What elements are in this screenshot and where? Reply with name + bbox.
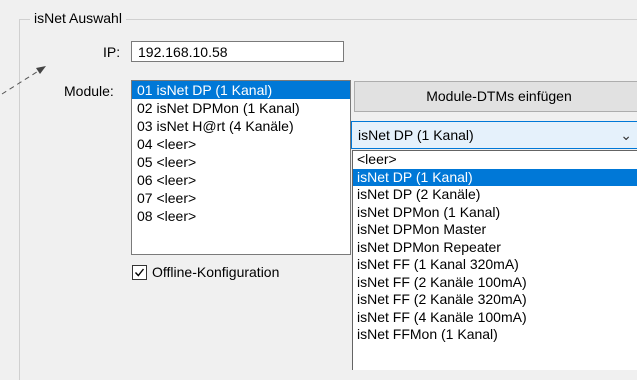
module-list-item[interactable]: 05 <leer> [132,153,350,171]
dropdown-option[interactable]: isNet DPMon (1 Kanal) [353,204,637,222]
dropdown-option[interactable]: isNet DP (2 Kanäle) [353,186,637,204]
combo-value: isNet DP (1 Kanal) [358,127,474,143]
arrow-icon [1,66,46,95]
dropdown-option[interactable]: isNet FF (1 Kanal 320mA) [353,256,637,274]
ip-label: IP: [103,44,121,60]
insert-module-dtms-button[interactable]: Module-DTMs einfügen [354,81,637,112]
module-listbox[interactable]: 01 isNet DP (1 Kanal) 02 isNet DPMon (1 … [131,80,351,255]
dropdown-option[interactable]: isNet FF (2 Kanäle 100mA) [353,274,637,292]
module-list-item[interactable]: 08 <leer> [132,207,350,225]
module-list-item[interactable]: 01 isNet DP (1 Kanal) [132,81,350,99]
module-label: Module: [64,83,114,99]
offline-config-checkbox[interactable] [132,264,147,280]
dropdown-option[interactable]: isNet DP (1 Kanal) [353,168,637,186]
module-type-combobox[interactable]: isNet DP (1 Kanal) ⌄ [351,121,637,149]
dropdown-option[interactable]: isNet FF (4 Kanäle 100mA) [353,309,637,327]
module-list-item[interactable]: 02 isNet DPMon (1 Kanal) [132,99,350,117]
ip-input[interactable]: 192.168.10.58 [131,41,344,62]
offline-config-checkbox-row[interactable]: Offline-Konfiguration [132,264,279,280]
module-list-item[interactable]: 04 <leer> [132,135,350,153]
module-type-dropdown-list[interactable]: <leer> isNet DP (1 Kanal) isNet DP (2 Ka… [352,150,637,370]
dropdown-option[interactable]: isNet FF (2 Kanäle 320mA) [353,291,637,309]
module-list-item[interactable]: 06 <leer> [132,171,350,189]
dropdown-option[interactable]: isNet DPMon Master [353,221,637,239]
module-list-item[interactable]: 07 <leer> [132,189,350,207]
dropdown-option[interactable]: <leer> [353,151,637,169]
checkmark-icon [134,268,145,277]
offline-config-label: Offline-Konfiguration [152,264,280,280]
group-title: isNet Auswahl [30,9,126,27]
module-list-item[interactable]: 03 isNet H@rt (4 Kanäle) [132,117,350,135]
chevron-down-icon[interactable]: ⌄ [620,122,632,148]
dropdown-option[interactable]: isNet DPMon Repeater [353,239,637,257]
dropdown-option[interactable]: isNet FFMon (1 Kanal) [353,326,637,344]
